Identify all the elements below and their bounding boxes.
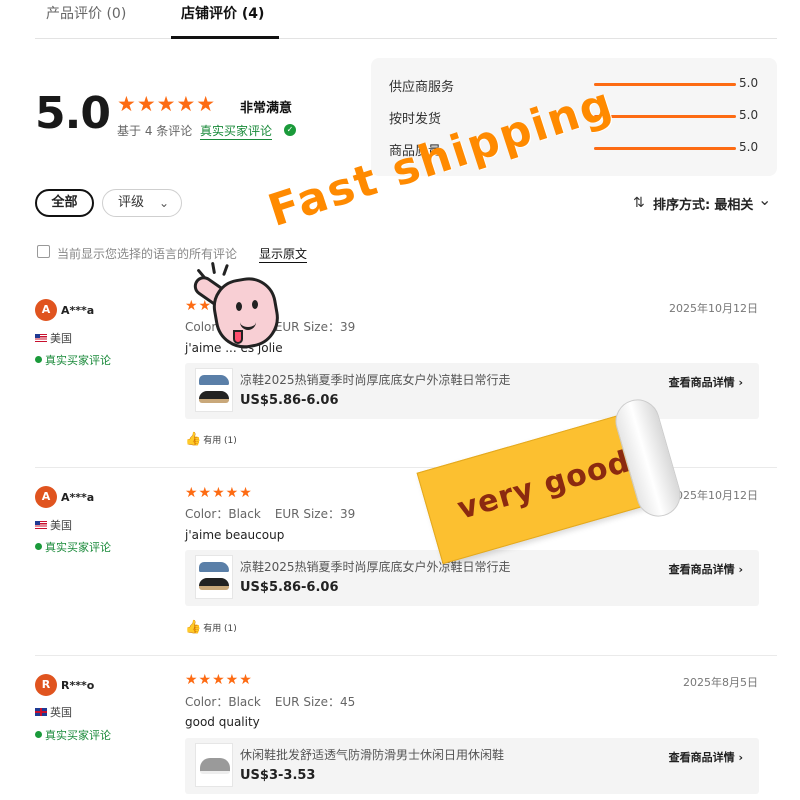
- subrating-value: 5.0: [739, 140, 759, 154]
- subrating-bar: [594, 147, 736, 150]
- divider: [35, 655, 777, 656]
- reviewer-name: A***a: [61, 304, 95, 317]
- subrating-label: 按时发货: [389, 112, 442, 127]
- attr-color: Color：Black: [185, 507, 261, 521]
- verified-badge: 真实买家评论: [35, 539, 111, 555]
- check-icon: [35, 731, 42, 738]
- filter-all-button[interactable]: 全部: [35, 189, 94, 217]
- attr-size: EUR Size：39: [274, 507, 356, 521]
- review-item: R R***o 英国 真实买家评论 ★★★★★ 2025年8月5日 Color：…: [35, 666, 777, 800]
- translate-icon: [37, 245, 50, 258]
- tab-store-reviews[interactable]: 店铺评价 (4): [181, 3, 264, 23]
- review-date: 2025年10月12日: [669, 489, 758, 502]
- reviewer-name: R***o: [61, 679, 95, 692]
- avatar: A: [35, 299, 57, 321]
- verified-label: 真实买家评论: [45, 354, 111, 367]
- product-card[interactable]: 凉鞋2025热销夏季时尚厚底底女户外凉鞋日常行走 US$5.86-6.06 查看…: [185, 363, 759, 419]
- thumbs-up-icon: 👍: [185, 620, 202, 635]
- thumbs-up-icon: 👍: [185, 432, 202, 447]
- subrating-bar: [594, 83, 736, 86]
- satisfaction-label: 非常满意: [240, 101, 293, 116]
- review-text: good quality: [185, 715, 260, 729]
- check-icon: [35, 543, 42, 550]
- verified-badge: 真实买家评论: [35, 727, 111, 743]
- filter-grade-label: 评级: [118, 195, 145, 210]
- overall-rating: 5.0: [35, 88, 111, 139]
- subrating-label: 供应商服务: [389, 80, 455, 95]
- sort-value: 最相关: [714, 198, 754, 213]
- country-label: 美国: [50, 332, 72, 345]
- us-flag-icon: [35, 521, 47, 529]
- subrating-fill: [594, 83, 736, 86]
- country-label: 英国: [50, 706, 72, 719]
- helpful-button[interactable]: 👍 有用 (1): [185, 432, 237, 447]
- review-stars: ★★★★★: [185, 485, 253, 501]
- uk-flag-icon: [35, 708, 47, 716]
- subrating-fill: [594, 147, 736, 150]
- review-date: 2025年8月5日: [683, 676, 758, 689]
- us-flag-icon: [35, 334, 47, 342]
- review-text: j'aime beaucoup: [185, 528, 285, 542]
- verified-label: 真实买家评论: [45, 541, 111, 554]
- check-shield-icon: ✓: [284, 124, 296, 136]
- tab-product-reviews[interactable]: 产品评价 (0): [46, 3, 126, 23]
- view-product-link[interactable]: 查看商品详情 ›: [669, 374, 743, 390]
- overall-stars: ★★★★★: [117, 92, 217, 116]
- product-title: 凉鞋2025热销夏季时尚厚底底女户外凉鞋日常行走: [240, 560, 511, 574]
- product-thumbnail: [195, 555, 233, 599]
- product-card[interactable]: 休闲鞋批发舒适透气防滑防滑男士休闲日用休闲鞋 US$3-3.53 查看商品详情 …: [185, 738, 759, 794]
- filter-grade-dropdown[interactable]: 评级 ⌄: [102, 189, 182, 217]
- review-count: 基于 4 条评论: [117, 124, 193, 138]
- chevron-down-icon[interactable]: ⌄: [758, 190, 771, 209]
- hand-tongue: [233, 330, 243, 344]
- product-card[interactable]: 凉鞋2025热销夏季时尚厚底底女户外凉鞋日常行走 US$5.86-6.06 查看…: [185, 550, 759, 606]
- country-label: 美国: [50, 519, 72, 532]
- product-title: 休闲鞋批发舒适透气防滑防滑男士休闲日用休闲鞋: [240, 748, 505, 762]
- subrating-value: 5.0: [739, 76, 759, 90]
- avatar: A: [35, 486, 57, 508]
- verified-buyer-link[interactable]: 真实买家评论: [200, 122, 273, 140]
- reviewer-country: 美国: [35, 517, 72, 533]
- reviewer-country: 英国: [35, 704, 72, 720]
- view-product-link[interactable]: 查看商品详情 ›: [669, 749, 743, 765]
- reviewer-country: 美国: [35, 330, 72, 346]
- product-thumbnail: [195, 743, 233, 787]
- verified-label: 真实买家评论: [45, 729, 111, 742]
- attr-color: Color：Black: [185, 695, 261, 709]
- review-tabs: 产品评价 (0) 店铺评价 (4): [35, 0, 777, 39]
- product-price: US$5.86-6.06: [240, 580, 339, 595]
- review-attributes: Color：Black EUR Size：45: [185, 693, 355, 710]
- avatar: R: [35, 674, 57, 696]
- product-price: US$5.86-6.06: [240, 393, 339, 408]
- verified-badge: 真实买家评论: [35, 352, 111, 368]
- review-date: 2025年10月12日: [669, 302, 758, 315]
- view-product-link[interactable]: 查看商品详情 ›: [669, 561, 743, 577]
- show-original-link[interactable]: 显示原文: [259, 245, 308, 263]
- helpful-button[interactable]: 👍 有用 (1): [185, 620, 237, 635]
- product-title: 凉鞋2025热销夏季时尚厚底底女户外凉鞋日常行走: [240, 373, 511, 387]
- sort-icon: ⇅: [633, 195, 645, 211]
- product-price: US$3-3.53: [240, 768, 316, 783]
- helpful-label: 有用 (1): [203, 436, 237, 446]
- hand-eye-right: [252, 300, 258, 309]
- attr-size: EUR Size：45: [274, 695, 356, 709]
- sort-dropdown[interactable]: 排序方式: 最相关: [653, 194, 753, 213]
- review-stars: ★★★★★: [185, 672, 253, 688]
- helpful-label: 有用 (1): [203, 624, 237, 634]
- subrating-value: 5.0: [739, 108, 759, 122]
- attr-size: EUR Size：39: [274, 320, 356, 334]
- chevron-down-icon: ⌄: [158, 196, 169, 210]
- hand-eye-left: [236, 302, 242, 311]
- active-tab-indicator: [171, 36, 279, 39]
- product-thumbnail: [195, 368, 233, 412]
- sort-label: 排序方式:: [653, 198, 711, 213]
- review-attributes: Color：Black EUR Size：39: [185, 505, 355, 522]
- check-icon: [35, 356, 42, 363]
- reviewer-name: A***a: [61, 491, 95, 504]
